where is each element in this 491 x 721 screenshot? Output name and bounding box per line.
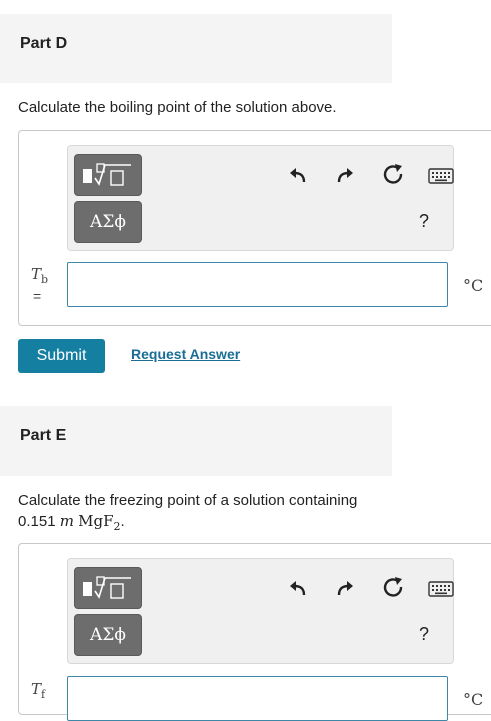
undo-button[interactable] (284, 160, 312, 188)
reset-button[interactable] (379, 160, 407, 188)
part-e-question-line1: Calculate the freezing point of a soluti… (18, 492, 358, 509)
part-e-toolbar: ΑΣϕ ? (67, 558, 454, 664)
symbols-button[interactable]: ΑΣϕ (74, 201, 142, 243)
symbols-label: ΑΣϕ (90, 625, 126, 645)
part-d-variable-label: Tb (31, 265, 49, 286)
keyboard-button[interactable] (426, 162, 456, 190)
part-d-unit: °C (463, 276, 484, 295)
help-button[interactable]: ? (419, 624, 429, 645)
redo-icon (337, 168, 353, 183)
undo-icon (290, 168, 306, 183)
symbols-button[interactable]: ΑΣϕ (74, 614, 142, 656)
part-e-header: Part E (0, 406, 392, 476)
reset-button[interactable] (379, 573, 407, 601)
keyboard-icon (428, 168, 454, 184)
part-e-title: Part E (20, 427, 67, 444)
submit-button[interactable]: Submit (18, 339, 105, 373)
part-e-variable-label: Tf (31, 680, 46, 701)
part-e-answer-input[interactable] (67, 676, 448, 721)
reset-icon (383, 164, 403, 184)
templates-button[interactable] (74, 567, 142, 609)
part-d-question: Calculate the boiling point of the solut… (18, 99, 337, 116)
part-d-answer-input[interactable] (67, 262, 448, 307)
part-e-question-line2: 0.151 m MgF2. (18, 512, 125, 533)
part-d-answer-panel: ΑΣϕ ? Tb = °C (18, 130, 491, 326)
part-d-header: Part D (0, 14, 392, 83)
part-e-answer-panel: ΑΣϕ ? Tf °C (18, 543, 491, 721)
keyboard-icon (428, 581, 454, 597)
undo-button[interactable] (284, 573, 312, 601)
redo-button[interactable] (331, 160, 359, 188)
undo-icon (290, 581, 306, 596)
part-d-toolbar: ΑΣϕ ? (67, 145, 454, 251)
request-answer-link[interactable]: Request Answer (131, 346, 240, 362)
part-d-title: Part D (20, 35, 68, 52)
redo-icon (337, 581, 353, 596)
templates-button[interactable] (74, 154, 142, 196)
part-d-equals: = (33, 288, 42, 304)
help-button[interactable]: ? (419, 211, 429, 232)
part-e-question: Calculate the freezing point of a soluti… (18, 491, 357, 537)
fraction-root-template-icon (83, 576, 131, 599)
redo-button[interactable] (331, 573, 359, 601)
reset-icon (383, 577, 403, 597)
keyboard-button[interactable] (426, 575, 456, 603)
symbols-label: ΑΣϕ (90, 212, 126, 232)
fraction-root-template-icon (83, 163, 131, 186)
